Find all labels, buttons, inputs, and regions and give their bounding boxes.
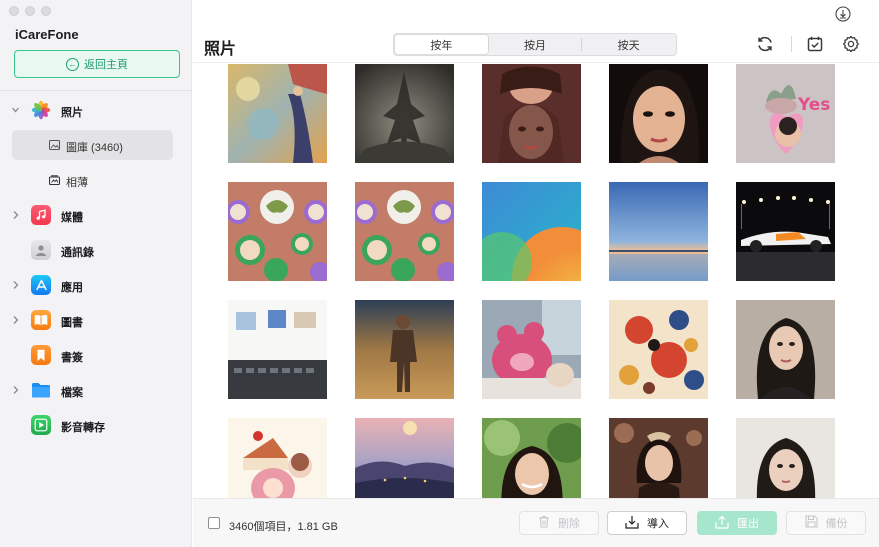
svg-text:Yes: Yes <box>797 95 830 115</box>
backup-label: 備份 <box>825 518 848 530</box>
trash-icon <box>538 515 550 531</box>
sidebar-item-apps[interactable]: 應用 <box>0 268 192 303</box>
sidebar-item-label: 照片 <box>61 107 83 119</box>
header-divider <box>193 62 879 63</box>
sidebar-item-video-transfer[interactable]: 影音轉存 <box>0 408 192 443</box>
photos-icon <box>31 100 51 120</box>
chevron-right-icon[interactable] <box>11 315 19 325</box>
segment-by-day[interactable]: 按天 <box>582 35 675 54</box>
sidebar-subitem-gallery[interactable]: 圖庫 (3460) <box>0 128 192 163</box>
sidebar-item-bookmarks[interactable]: 書簽 <box>0 338 192 373</box>
photo-grid: Yes <box>228 64 848 498</box>
page-title: 照片 <box>204 41 237 58</box>
date-group-segmented-control: 按年 按月 按天 <box>393 33 677 56</box>
import-label: 導入 <box>647 518 669 530</box>
sidebar: iCareFone ← 返回主頁 照片 圖庫 (3460) 相薄 媒體 通訊錄 … <box>0 0 192 547</box>
sidebar-divider <box>0 90 192 91</box>
import-icon <box>625 515 639 532</box>
sidebar-item-label: 應用 <box>61 282 83 294</box>
photo-thumbnail[interactable] <box>228 64 327 163</box>
backup-save-icon <box>805 515 818 531</box>
segment-by-month[interactable]: 按月 <box>489 35 582 54</box>
export-button[interactable]: 匯出 <box>697 511 777 535</box>
sidebar-item-label: 影音轉存 <box>61 422 105 434</box>
close-window-button[interactable] <box>9 6 19 16</box>
export-icon <box>715 515 729 532</box>
sidebar-item-label: 媒體 <box>61 212 83 224</box>
photo-thumbnail[interactable] <box>228 418 327 498</box>
app-store-icon <box>31 275 51 295</box>
sidebar-item-photos[interactable]: 照片 <box>0 93 192 128</box>
action-footer: 3460個項目，1.81 GB 刪除 導入 匯出 備份 <box>193 498 879 547</box>
sidebar-subitem-label: 相薄 <box>66 177 88 189</box>
photo-thumbnail[interactable] <box>228 300 327 399</box>
photo-thumbnail[interactable] <box>736 182 835 281</box>
sidebar-item-label: 書簽 <box>61 352 83 364</box>
photo-thumbnail[interactable] <box>355 418 454 498</box>
window-controls <box>9 6 51 16</box>
photo-thumbnail[interactable] <box>355 182 454 281</box>
item-count-label: 3460個項目，1.81 GB <box>229 521 338 533</box>
sidebar-item-contacts[interactable]: 通訊錄 <box>0 233 192 268</box>
photo-thumbnail[interactable] <box>609 64 708 163</box>
photo-thumbnail[interactable] <box>228 182 327 281</box>
photo-thumbnail[interactable] <box>482 182 581 281</box>
contacts-icon <box>31 240 51 260</box>
sidebar-item-label: 檔案 <box>61 387 83 399</box>
refresh-icon[interactable] <box>755 34 775 54</box>
settings-gear-icon[interactable] <box>841 34 861 54</box>
back-home-button[interactable]: ← 返回主頁 <box>14 50 180 78</box>
sidebar-subitem-label: 圖庫 (3460) <box>66 142 123 154</box>
photo-thumbnail[interactable] <box>482 64 581 163</box>
app-name: iCareFone <box>15 27 79 42</box>
photo-thumbnail[interactable] <box>355 300 454 399</box>
sidebar-item-books[interactable]: 圖書 <box>0 303 192 338</box>
photo-thumbnail[interactable] <box>736 300 835 399</box>
export-label: 匯出 <box>737 518 759 530</box>
import-button[interactable]: 導入 <box>607 511 687 535</box>
gallery-icon <box>49 140 60 150</box>
back-arrow-icon: ← <box>66 57 79 71</box>
delete-label: 刪除 <box>558 518 580 530</box>
sidebar-item-label: 通訊錄 <box>61 247 94 259</box>
photo-thumbnail[interactable] <box>736 418 835 498</box>
album-icon <box>48 175 61 186</box>
delete-button[interactable]: 刪除 <box>519 511 599 535</box>
folder-icon <box>31 380 51 400</box>
sidebar-item-label: 圖書 <box>61 317 83 329</box>
sidebar-nav: 照片 圖庫 (3460) 相薄 媒體 通訊錄 應用 圖書 書簽 檔案 影音轉存 <box>0 93 192 443</box>
toolbar-divider <box>791 36 792 52</box>
video-transfer-icon <box>31 415 51 435</box>
main-panel: 照片 按年 按月 按天 Yes 3460個項目，1.81 GB 刪除 導入 匯出… <box>193 0 879 547</box>
photo-thumbnail[interactable] <box>482 300 581 399</box>
sidebar-item-files[interactable]: 檔案 <box>0 373 192 408</box>
sidebar-subitem-album[interactable]: 相薄 <box>0 163 192 198</box>
photo-thumbnail[interactable] <box>609 300 708 399</box>
chevron-right-icon[interactable] <box>11 385 19 395</box>
photo-thumbnail[interactable]: Yes <box>736 64 835 163</box>
app-window: iCareFone ← 返回主頁 照片 圖庫 (3460) 相薄 媒體 通訊錄 … <box>0 0 879 547</box>
zoom-window-button[interactable] <box>41 6 51 16</box>
sidebar-item-media[interactable]: 媒體 <box>0 198 192 233</box>
back-home-label: 返回主頁 <box>84 59 128 71</box>
select-all-checkbox[interactable] <box>208 517 220 529</box>
segment-by-year[interactable]: 按年 <box>395 35 488 54</box>
minimize-window-button[interactable] <box>25 6 35 16</box>
music-icon <box>31 205 51 225</box>
select-all-icon[interactable] <box>805 34 825 54</box>
backup-button[interactable]: 備份 <box>786 511 866 535</box>
books-icon <box>31 310 51 330</box>
chevron-right-icon[interactable] <box>11 210 19 220</box>
download-icon[interactable] <box>833 4 853 24</box>
chevron-down-icon[interactable] <box>11 105 19 115</box>
photo-thumbnail[interactable] <box>609 418 708 498</box>
chevron-right-icon[interactable] <box>11 280 19 290</box>
bookmark-icon <box>31 345 51 365</box>
photo-thumbnail[interactable] <box>609 182 708 281</box>
photo-thumbnail[interactable] <box>355 64 454 163</box>
photo-thumbnail[interactable] <box>482 418 581 498</box>
